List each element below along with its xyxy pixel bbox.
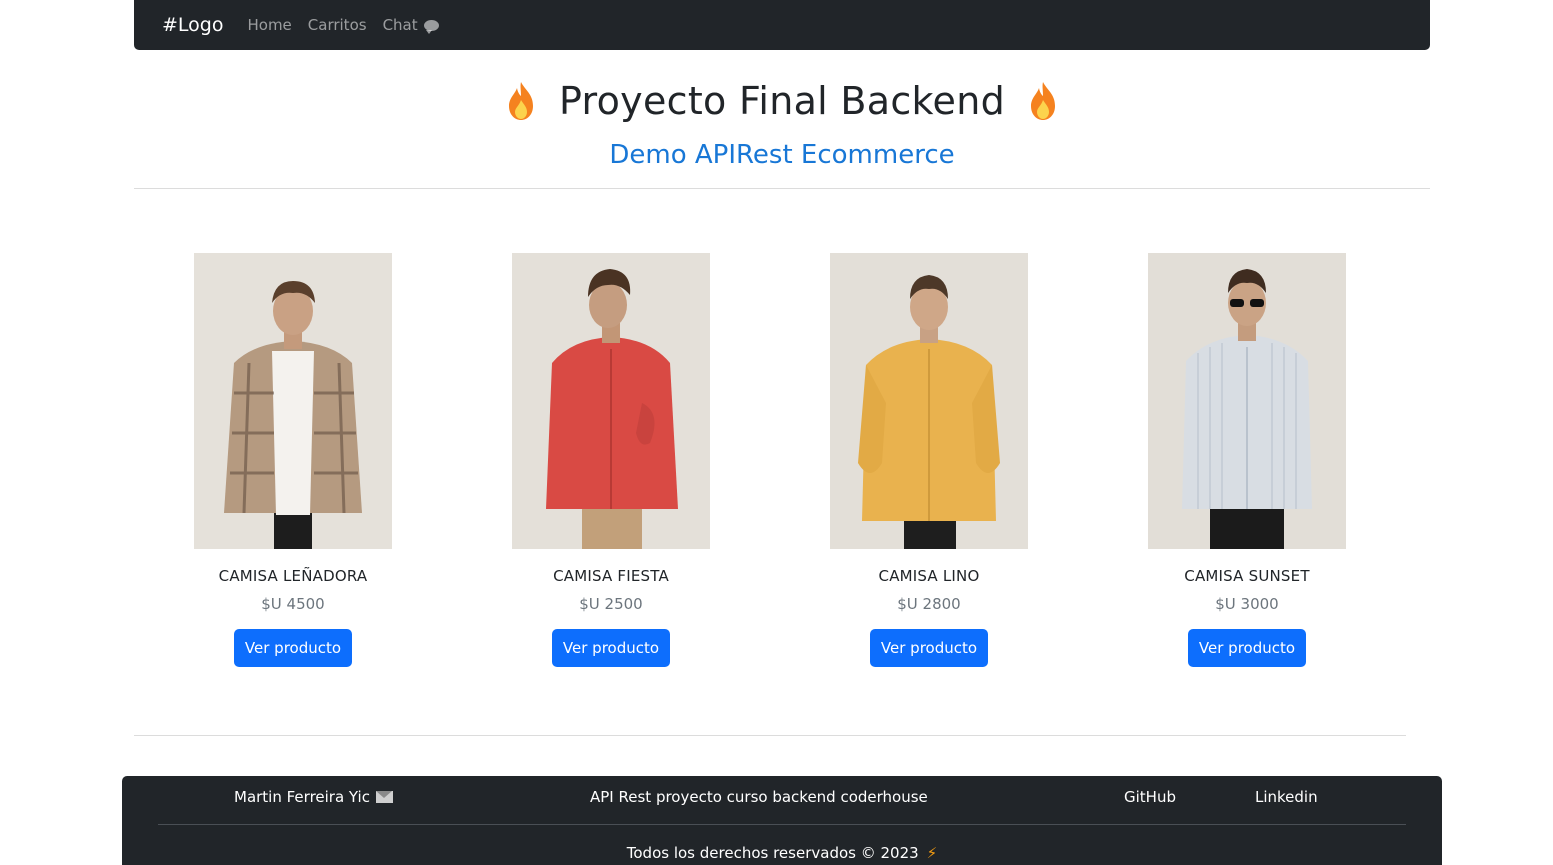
product-image[interactable] xyxy=(512,253,710,549)
product-card: CAMISA SUNSET $U 3000 Ver producto xyxy=(1137,253,1357,667)
page-subtitle: Demo APIRest Ecommerce xyxy=(609,140,955,170)
footer-divider xyxy=(134,735,1406,736)
view-product-button[interactable]: Ver producto xyxy=(870,629,988,667)
nav-link-chat[interactable]: Chat xyxy=(383,16,439,34)
navbar: #Logo Home Carritos Chat xyxy=(134,0,1430,50)
product-price: $U 2500 xyxy=(579,595,643,613)
footer-link-github[interactable]: GitHub xyxy=(1124,788,1176,806)
fire-icon xyxy=(508,82,533,120)
lightning-icon: ⚡ xyxy=(926,844,938,862)
product-name: CAMISA FIESTA xyxy=(553,567,669,585)
footer-copyright: Todos los derechos reservados © 2023 ⚡ xyxy=(122,844,1442,862)
brand-logo[interactable]: #Logo xyxy=(162,14,223,36)
product-name: CAMISA LEÑADORA xyxy=(218,567,368,585)
product-card: CAMISA LINO $U 2800 Ver producto xyxy=(819,253,1039,667)
footer-description: API Rest proyecto curso backend coderhou… xyxy=(590,788,928,806)
footer-author-name: Martin Ferreira Yic xyxy=(234,788,370,806)
view-product-button[interactable]: Ver producto xyxy=(234,629,352,667)
fire-icon xyxy=(1031,82,1055,120)
copyright-text: Todos los derechos reservados © 2023 xyxy=(626,844,919,862)
nav-link-chat-label: Chat xyxy=(382,16,418,34)
footer-author: Martin Ferreira Yic xyxy=(234,788,393,806)
chat-bubble-icon xyxy=(423,19,439,34)
footer-link-linkedin[interactable]: Linkedin xyxy=(1255,788,1318,806)
product-image[interactable] xyxy=(830,253,1028,549)
page-title: Proyecto Final Backend xyxy=(558,79,1005,123)
product-card: CAMISA LEÑADORA $U 4500 Ver producto xyxy=(183,253,403,667)
product-image[interactable] xyxy=(194,253,392,549)
view-product-button[interactable]: Ver producto xyxy=(1188,629,1306,667)
product-image[interactable] xyxy=(1148,253,1346,549)
product-name: CAMISA SUNSET xyxy=(1184,567,1310,585)
title-row: Proyecto Final Backend xyxy=(134,70,1430,132)
footer-inner-divider xyxy=(158,824,1406,825)
hero: Proyecto Final Backend Demo APIRest Ecom… xyxy=(134,70,1430,170)
nav-link-home[interactable]: Home xyxy=(247,16,291,34)
envelope-icon[interactable] xyxy=(375,791,393,803)
header-divider xyxy=(134,188,1430,189)
product-price: $U 4500 xyxy=(261,595,325,613)
product-price: $U 2800 xyxy=(897,595,961,613)
product-name: CAMISA LINO xyxy=(878,567,980,585)
product-card: CAMISA FIESTA $U 2500 Ver producto xyxy=(501,253,721,667)
view-product-button[interactable]: Ver producto xyxy=(552,629,670,667)
footer: Martin Ferreira Yic API Rest proyecto cu… xyxy=(122,776,1442,865)
nav-link-carritos[interactable]: Carritos xyxy=(308,16,367,34)
product-price: $U 3000 xyxy=(1215,595,1279,613)
